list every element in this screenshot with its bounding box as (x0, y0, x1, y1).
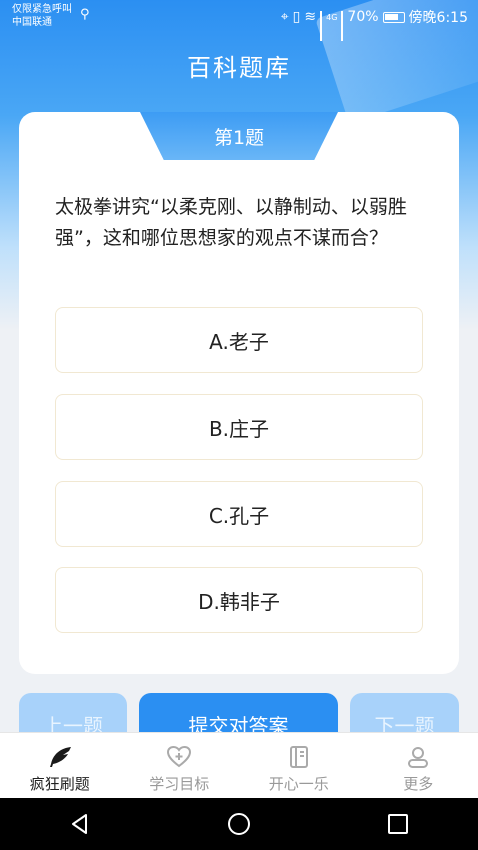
option-b[interactable]: B.庄子 (55, 394, 423, 460)
tab-label: 开心一乐 (268, 775, 329, 793)
vibrate-icon: ▯ (292, 9, 301, 25)
home-icon[interactable] (209, 804, 269, 844)
bottom-tab-bar: 疯狂刷题 学习目标 开心一乐 更多 (0, 732, 478, 798)
location-icon: ⌖ (280, 9, 289, 25)
tab-label: 疯狂刷题 (29, 775, 90, 793)
question-number: 第1题 (140, 112, 338, 160)
option-d[interactable]: D.韩非子 (55, 567, 423, 633)
signal-icon-2 (341, 11, 344, 41)
tab-more[interactable]: 更多 (359, 733, 478, 798)
question-card: 第1题 太极拳讲究“以柔克刚、以静制动、以弱胜强”，这和哪位思想家的观点不谋而合… (19, 112, 459, 674)
person-icon (405, 745, 431, 769)
carrier-line1: 仅限紧急呼叫 (12, 4, 72, 15)
wifi-icon: ≋ (304, 9, 317, 25)
system-nav-bar (0, 798, 478, 850)
notebook-icon (286, 745, 312, 769)
signal-icon (320, 11, 323, 41)
carrier-line2: 中国联通 (12, 17, 52, 28)
status-right: ⌖ ▯ ≋ 4G 70% 傍晚6:15 (280, 7, 468, 41)
option-a[interactable]: A.老子 (55, 307, 423, 373)
battery-percent: 70% (347, 9, 379, 25)
question-text: 太极拳讲究“以柔克刚、以静制动、以弱胜强”，这和哪位思想家的观点不谋而合？ (55, 196, 407, 249)
status-bar: 仅限紧急呼叫 中国联通 ⚲ ⌖ ▯ ≋ 4G 70% 傍晚6:15 (0, 0, 478, 41)
clock: 傍晚6:15 (408, 10, 468, 26)
tab-label: 更多 (403, 775, 434, 793)
tab-study-goal[interactable]: 学习目标 (120, 733, 240, 798)
usb-icon: ⚲ (80, 7, 90, 22)
back-icon[interactable] (50, 804, 110, 844)
feather-icon (47, 745, 73, 769)
recents-icon[interactable] (368, 804, 428, 844)
tab-crazy-practice[interactable]: 疯狂刷题 (0, 733, 120, 798)
tab-fun[interactable]: 开心一乐 (239, 733, 359, 798)
heart-plus-icon (166, 745, 192, 769)
battery-icon (382, 11, 405, 23)
option-c[interactable]: C.孔子 (55, 481, 423, 547)
tab-label: 学习目标 (149, 775, 210, 793)
page-title: 百科题库 (187, 54, 291, 82)
carrier-info: 仅限紧急呼叫 中国联通 (12, 3, 72, 29)
network-type: 4G (326, 12, 338, 22)
